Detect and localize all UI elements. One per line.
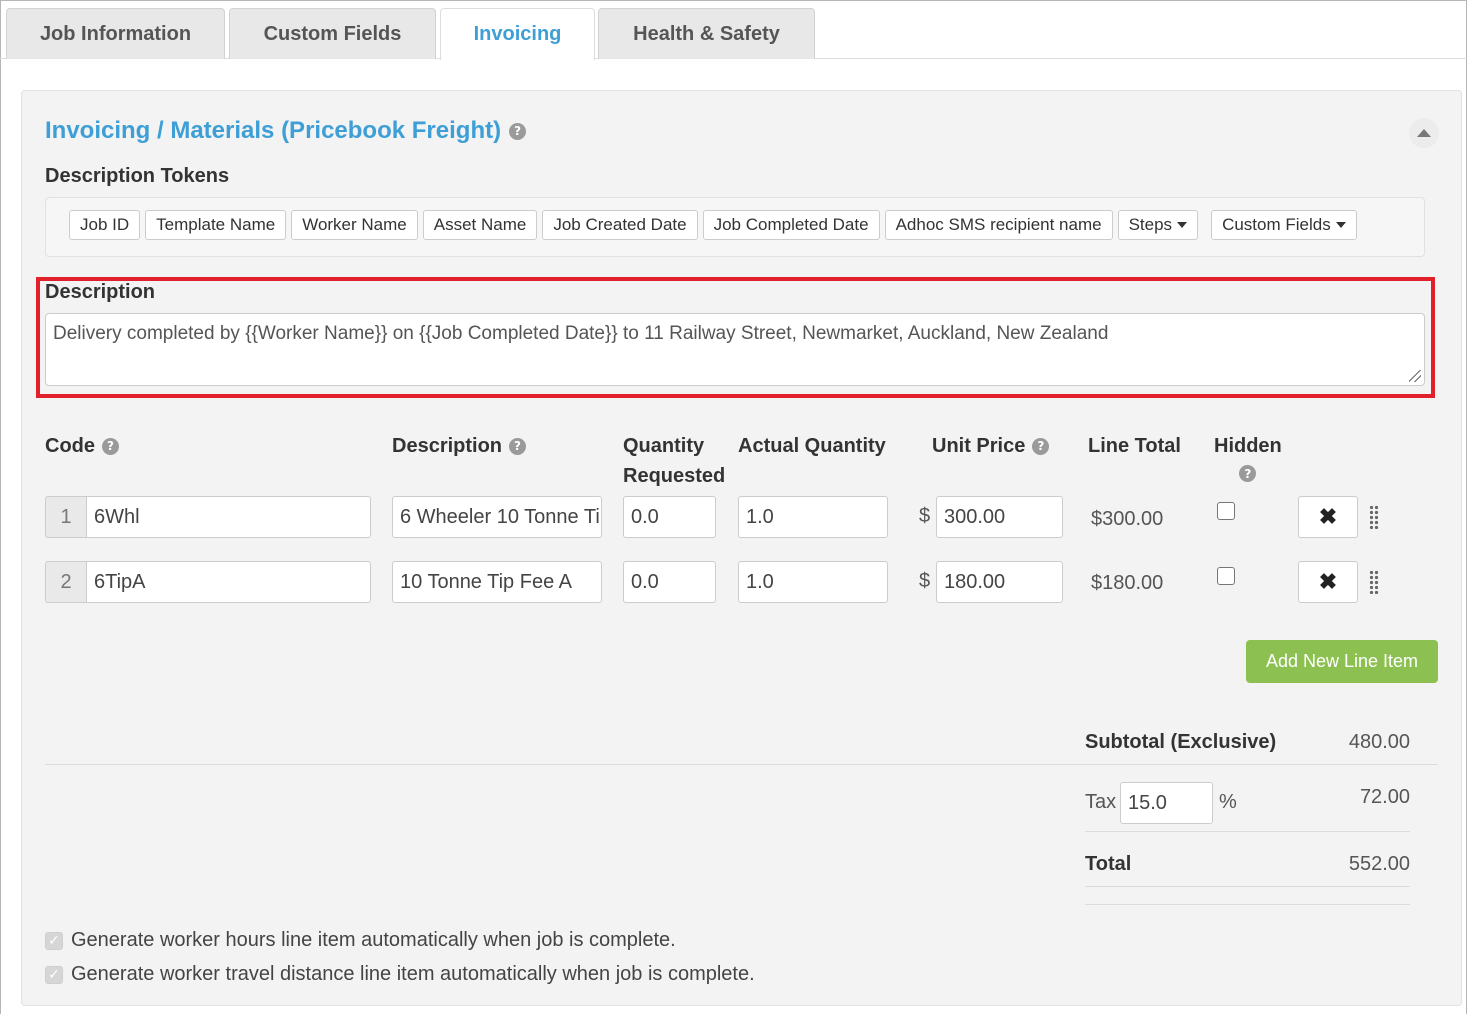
token-job-completed-date[interactable]: Job Completed Date bbox=[702, 210, 880, 240]
panel-title-text: Invoicing / Materials (Pricebook Freight… bbox=[45, 117, 502, 144]
token-job-created-date[interactable]: Job Created Date bbox=[542, 210, 698, 240]
unit-price-input[interactable]: 180.00 bbox=[936, 561, 1063, 603]
option-worker-travel: ✓ Generate worker travel distance line i… bbox=[45, 963, 755, 986]
code-input[interactable]: 6Whl bbox=[86, 496, 371, 538]
description-tokens-label: Description Tokens bbox=[45, 165, 230, 187]
resize-grip-icon[interactable] bbox=[1409, 370, 1421, 382]
token-asset-name[interactable]: Asset Name bbox=[422, 210, 538, 240]
subtotal-value: 480.00 bbox=[1348, 731, 1410, 753]
subtotal-label: Subtotal (Exclusive) bbox=[1085, 731, 1277, 753]
token-steps-dropdown[interactable]: Steps bbox=[1117, 210, 1199, 240]
token-adhoc-sms-recipient-name[interactable]: Adhoc SMS recipient name bbox=[884, 210, 1113, 240]
description-label: Description bbox=[45, 281, 156, 303]
total-value: 552.00 bbox=[1348, 853, 1410, 875]
tab-bar: Job Information Custom Fields Invoicing … bbox=[0, 0, 1467, 60]
help-icon[interactable]: ? bbox=[1239, 465, 1257, 482]
collapse-button[interactable] bbox=[1409, 118, 1439, 148]
help-icon[interactable]: ? bbox=[509, 122, 527, 140]
tab-health-safety[interactable]: Health & Safety bbox=[598, 8, 815, 59]
help-icon[interactable]: ? bbox=[509, 437, 527, 455]
tab-invoicing[interactable]: Invoicing bbox=[440, 8, 595, 60]
hidden-checkbox[interactable] bbox=[1217, 502, 1235, 520]
help-icon[interactable]: ? bbox=[1032, 437, 1050, 455]
line-total: $300.00 bbox=[1091, 508, 1164, 530]
close-icon: ✖ bbox=[1318, 504, 1338, 529]
chevron-up-icon bbox=[1417, 129, 1431, 137]
option-worker-hours: ✓ Generate worker hours line item automa… bbox=[45, 929, 676, 952]
drag-handle-icon[interactable] bbox=[1369, 505, 1379, 529]
close-icon: ✖ bbox=[1318, 569, 1338, 594]
checkbox-disabled[interactable]: ✓ bbox=[45, 965, 63, 984]
total-divider bbox=[1085, 886, 1410, 887]
col-header-line-total: Line Total bbox=[1088, 435, 1181, 457]
col-header-actual-quantity: Actual Quantity bbox=[738, 435, 886, 457]
actual-quantity-input[interactable]: 1.0 bbox=[738, 496, 888, 538]
col-header-qty-line1: Quantity bbox=[623, 435, 705, 457]
tax-value: 72.00 bbox=[1359, 786, 1410, 808]
currency-symbol: $ bbox=[919, 505, 931, 527]
col-header-unit-price: Unit Price ? bbox=[932, 431, 1050, 461]
col-header-qty-requested: Quantity Requested bbox=[623, 431, 725, 491]
checkbox-disabled[interactable]: ✓ bbox=[45, 931, 63, 950]
col-header-unit-price-label: Unit Price bbox=[932, 435, 1026, 457]
token-box: Job ID Template Name Worker Name Asset N… bbox=[45, 197, 1425, 257]
col-header-hidden-label: Hidden bbox=[1214, 435, 1282, 457]
hidden-checkbox[interactable] bbox=[1217, 567, 1235, 585]
col-header-hidden: Hidden ? bbox=[1214, 431, 1282, 482]
help-icon[interactable]: ? bbox=[102, 437, 119, 455]
invoicing-panel: Invoicing / Materials (Pricebook Freight… bbox=[21, 90, 1462, 1006]
qty-requested-input[interactable]: 0.0 bbox=[623, 496, 716, 538]
tax-percent-unit: % bbox=[1219, 791, 1237, 813]
tax-label: Tax bbox=[1085, 791, 1117, 813]
col-header-description-label: Description bbox=[392, 435, 503, 457]
option-worker-hours-label: Generate worker hours line item automati… bbox=[71, 929, 676, 951]
col-header-description: Description ? bbox=[392, 431, 527, 461]
option-worker-travel-label: Generate worker travel distance line ite… bbox=[71, 963, 755, 985]
tab-job-information[interactable]: Job Information bbox=[6, 8, 225, 59]
row-number: 2 bbox=[45, 561, 86, 603]
currency-symbol: $ bbox=[919, 570, 931, 592]
total-label: Total bbox=[1085, 853, 1132, 875]
tax-rate-input[interactable]: 15.0 bbox=[1120, 782, 1213, 824]
custom-fields-dropdown-label: Custom Fields bbox=[1222, 215, 1331, 234]
steps-dropdown-label: Steps bbox=[1128, 215, 1173, 234]
unit-price-input[interactable]: 300.00 bbox=[936, 496, 1063, 538]
token-custom-fields-dropdown[interactable]: Custom Fields bbox=[1211, 210, 1357, 240]
add-line-item-button[interactable]: Add New Line Item bbox=[1246, 640, 1438, 683]
qty-requested-input[interactable]: 0.0 bbox=[623, 561, 716, 603]
col-header-code: Code ? bbox=[45, 431, 119, 461]
panel-title: Invoicing / Materials (Pricebook Freight… bbox=[45, 117, 527, 145]
token-list: Job ID Template Name Worker Name Asset N… bbox=[69, 210, 1357, 240]
tax-divider bbox=[1085, 831, 1410, 832]
delete-row-button[interactable]: ✖ bbox=[1298, 496, 1358, 538]
tab-custom-fields[interactable]: Custom Fields bbox=[229, 8, 436, 59]
line-description-input[interactable]: 6 Wheeler 10 Tonne Ti bbox=[392, 496, 602, 538]
caret-down-icon bbox=[1177, 222, 1188, 228]
line-description-input[interactable]: 10 Tonne Tip Fee A bbox=[392, 561, 602, 603]
summary-divider bbox=[45, 764, 1438, 765]
total-divider-2 bbox=[1085, 904, 1410, 905]
line-total: $180.00 bbox=[1091, 572, 1164, 594]
description-text: Delivery completed by {{Worker Name}} on… bbox=[53, 323, 1109, 344]
token-job-id[interactable]: Job ID bbox=[69, 210, 141, 240]
caret-down-icon bbox=[1335, 222, 1346, 228]
token-worker-name[interactable]: Worker Name bbox=[291, 210, 418, 240]
row-number: 1 bbox=[45, 496, 86, 538]
token-template-name[interactable]: Template Name bbox=[145, 210, 287, 240]
actual-quantity-input[interactable]: 1.0 bbox=[738, 561, 888, 603]
drag-handle-icon[interactable] bbox=[1369, 570, 1379, 594]
code-input[interactable]: 6TipA bbox=[86, 561, 371, 603]
col-header-code-label: Code bbox=[45, 435, 95, 457]
delete-row-button[interactable]: ✖ bbox=[1298, 561, 1358, 603]
col-header-qty-line2: Requested bbox=[623, 465, 726, 487]
description-textarea[interactable]: Delivery completed by {{Worker Name}} on… bbox=[45, 313, 1425, 386]
